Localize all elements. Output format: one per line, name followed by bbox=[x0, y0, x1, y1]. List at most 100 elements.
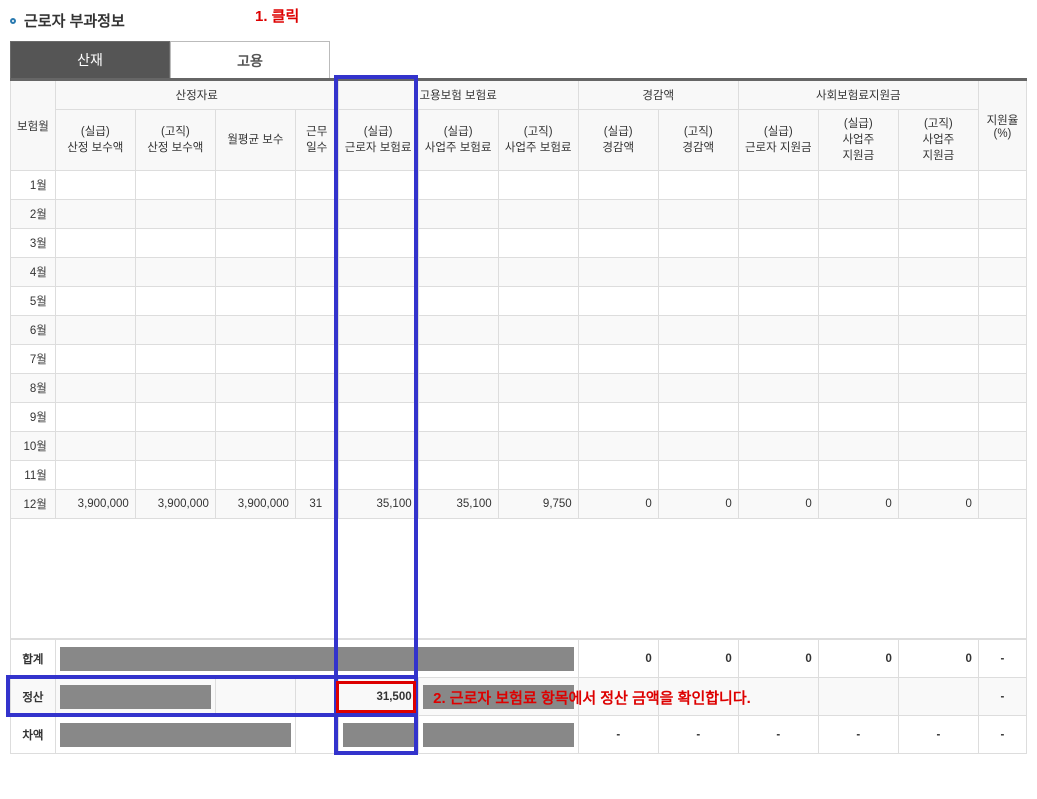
redacted-bar bbox=[423, 723, 574, 747]
diff-v11: - bbox=[818, 716, 898, 754]
table-row: 6월 bbox=[11, 316, 1027, 345]
data-cell bbox=[658, 200, 738, 229]
col-c10: (실급) 근로자 지원금 bbox=[738, 110, 818, 171]
data-cell bbox=[978, 432, 1026, 461]
diff-greybar-cell-3 bbox=[418, 716, 578, 754]
table-row: 3월 bbox=[11, 229, 1027, 258]
data-cell bbox=[135, 374, 215, 403]
data-cell: 0 bbox=[898, 490, 978, 519]
month-cell: 3월 bbox=[11, 229, 56, 258]
section-header: 근로자 부과정보 1. 클릭 bbox=[10, 10, 1027, 31]
data-cell bbox=[498, 287, 578, 316]
data-cell bbox=[295, 229, 338, 258]
data-cell bbox=[498, 316, 578, 345]
tab-sanjae[interactable]: 산재 bbox=[10, 41, 170, 79]
data-cell bbox=[898, 316, 978, 345]
data-cell bbox=[978, 374, 1026, 403]
data-cell bbox=[818, 258, 898, 287]
data-cell bbox=[55, 345, 135, 374]
data-cell bbox=[498, 374, 578, 403]
data-cell bbox=[898, 200, 978, 229]
data-cell bbox=[658, 258, 738, 287]
data-cell bbox=[215, 345, 295, 374]
data-cell bbox=[418, 403, 498, 432]
col-c11: (실급) 사업주 지원금 bbox=[818, 110, 898, 171]
data-cell: 0 bbox=[818, 490, 898, 519]
col-c8: (실급) 경감액 bbox=[578, 110, 658, 171]
month-cell: 5월 bbox=[11, 287, 56, 316]
data-cell bbox=[215, 461, 295, 490]
data-cell bbox=[898, 287, 978, 316]
data-cell bbox=[658, 374, 738, 403]
data-cell bbox=[818, 200, 898, 229]
month-cell: 11월 bbox=[11, 461, 56, 490]
data-cell bbox=[55, 229, 135, 258]
data-cell bbox=[898, 345, 978, 374]
data-cell bbox=[215, 287, 295, 316]
data-cell bbox=[978, 490, 1026, 519]
col-c1: (실급) 산정 보수액 bbox=[55, 110, 135, 171]
data-cell bbox=[418, 316, 498, 345]
data-cell bbox=[295, 461, 338, 490]
tab-goyong[interactable]: 고용 bbox=[170, 41, 330, 79]
data-cell bbox=[818, 403, 898, 432]
annotation-check: 2. 근로자 보험료 항목에서 정산 금액을 확인합니다. bbox=[433, 687, 751, 708]
data-cell bbox=[898, 461, 978, 490]
data-cell bbox=[295, 374, 338, 403]
data-cell bbox=[215, 374, 295, 403]
diff-label: 차액 bbox=[11, 716, 56, 754]
table-container: 보험월 산정자료 고용보험 보험료 경감액 사회보험료지원금 지원율 (%) (… bbox=[10, 78, 1027, 754]
data-cell bbox=[135, 345, 215, 374]
settle-label: 정산 bbox=[11, 678, 56, 716]
settle-v5: 31,500 bbox=[338, 678, 418, 716]
data-cell bbox=[338, 432, 418, 461]
data-cell bbox=[578, 258, 658, 287]
data-cell bbox=[55, 200, 135, 229]
col-c5: (실급) 근로자 보험료 bbox=[338, 110, 418, 171]
data-cell bbox=[738, 316, 818, 345]
data-cell bbox=[55, 432, 135, 461]
data-cell bbox=[338, 258, 418, 287]
data-cell bbox=[418, 287, 498, 316]
data-cell bbox=[978, 403, 1026, 432]
col-c6: (실급) 사업주 보험료 bbox=[418, 110, 498, 171]
data-cell bbox=[418, 432, 498, 461]
data-cell: 3,900,000 bbox=[135, 490, 215, 519]
col-rate: 지원율 (%) bbox=[978, 80, 1026, 171]
data-cell: 0 bbox=[658, 490, 738, 519]
col-month: 보험월 bbox=[11, 80, 56, 171]
total-v8: 0 bbox=[578, 640, 658, 678]
data-cell bbox=[978, 200, 1026, 229]
settle-empty-3 bbox=[215, 678, 295, 716]
data-cell bbox=[215, 229, 295, 258]
data-cell bbox=[818, 461, 898, 490]
data-cell bbox=[295, 200, 338, 229]
data-cell bbox=[55, 403, 135, 432]
tabs: 산재 고용 bbox=[10, 41, 1027, 79]
diff-greybar-cell-1 bbox=[55, 716, 295, 754]
month-cell: 9월 bbox=[11, 403, 56, 432]
data-cell bbox=[898, 432, 978, 461]
table-row: 9월 bbox=[11, 403, 1027, 432]
data-cell bbox=[135, 461, 215, 490]
data-cell bbox=[578, 287, 658, 316]
data-cell bbox=[898, 374, 978, 403]
data-cell bbox=[215, 316, 295, 345]
data-cell bbox=[295, 258, 338, 287]
diff-v10: - bbox=[738, 716, 818, 754]
data-cell bbox=[338, 345, 418, 374]
total-label: 합계 bbox=[11, 640, 56, 678]
data-cell bbox=[818, 229, 898, 258]
settle-empty-11 bbox=[818, 678, 898, 716]
tab-label: 고용 bbox=[237, 51, 263, 71]
data-table: 보험월 산정자료 고용보험 보험료 경감액 사회보험료지원금 지원율 (%) (… bbox=[10, 79, 1027, 519]
redacted-bar bbox=[60, 647, 574, 671]
data-cell bbox=[978, 171, 1026, 200]
data-cell bbox=[338, 229, 418, 258]
data-cell bbox=[418, 171, 498, 200]
data-cell bbox=[578, 374, 658, 403]
col-c4: 근무 일수 bbox=[295, 110, 338, 171]
data-cell bbox=[978, 345, 1026, 374]
data-cell: 35,100 bbox=[418, 490, 498, 519]
table-row: 10월 bbox=[11, 432, 1027, 461]
